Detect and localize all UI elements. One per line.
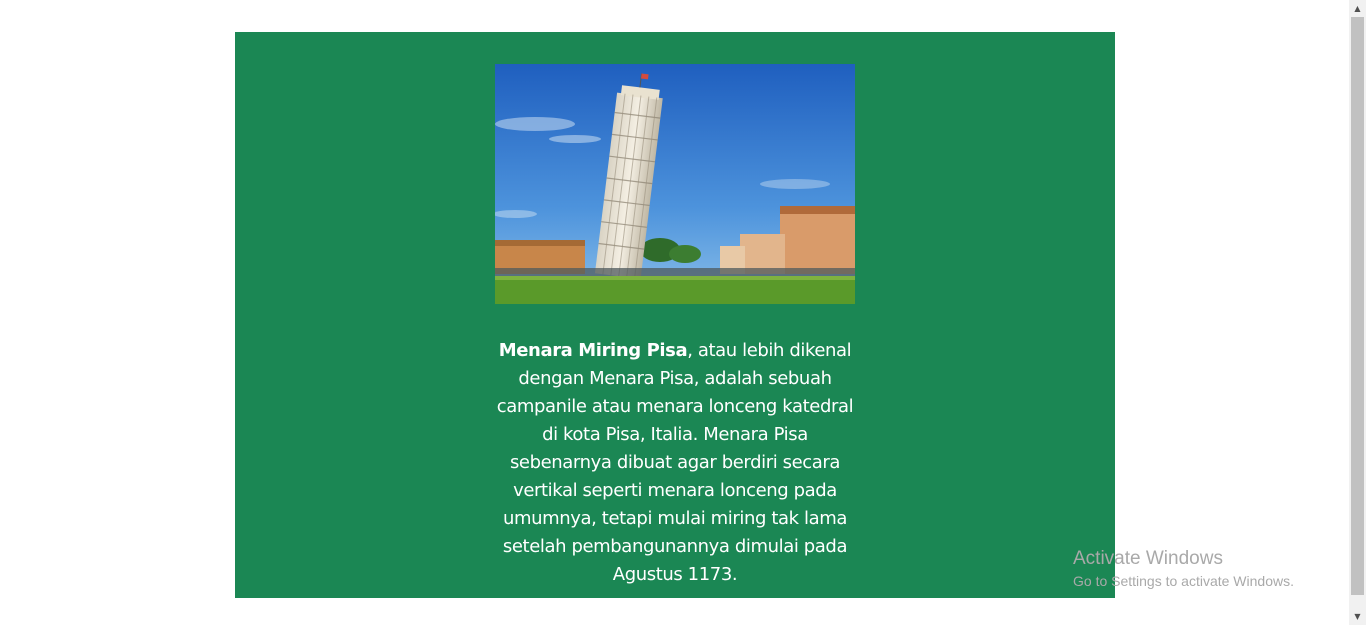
watermark-subtitle: Go to Settings to activate Windows. bbox=[1073, 573, 1294, 589]
scroll-down-arrow-icon[interactable]: ▼ bbox=[1349, 608, 1366, 625]
leaning-tower-photo bbox=[495, 64, 855, 304]
scroll-up-arrow-icon[interactable]: ▲ bbox=[1349, 0, 1366, 17]
content-card: Menara Miring Pisa, atau lebih dikenal d… bbox=[235, 32, 1115, 598]
scrollbar-thumb[interactable] bbox=[1351, 17, 1364, 595]
article-body: , atau lebih dikenal dengan Menara Pisa,… bbox=[496, 340, 854, 585]
vertical-scrollbar[interactable]: ▲ ▼ bbox=[1349, 0, 1366, 625]
activation-watermark: Activate Windows Go to Settings to activ… bbox=[1073, 548, 1294, 591]
watermark-title: Activate Windows bbox=[1073, 548, 1223, 569]
article-title: Menara Miring Pisa bbox=[498, 340, 688, 361]
article-description: Menara Miring Pisa, atau lebih dikenal d… bbox=[493, 337, 857, 589]
